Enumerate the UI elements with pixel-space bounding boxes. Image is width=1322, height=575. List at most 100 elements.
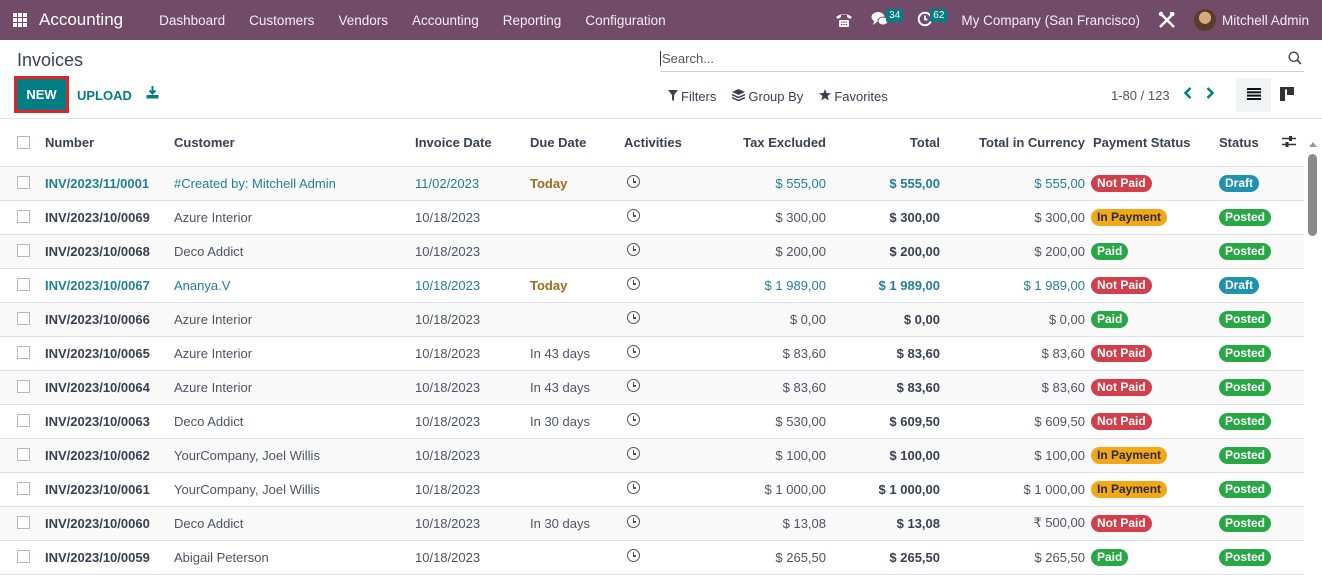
table-row[interactable]: INV/2023/10/0062 YourCompany, Joel Willis… bbox=[0, 438, 1304, 473]
invoice-number[interactable]: INV/2023/10/0061 bbox=[45, 472, 174, 507]
col-total[interactable]: Total bbox=[826, 120, 940, 167]
invoice-number[interactable]: INV/2023/10/0060 bbox=[45, 506, 174, 541]
apps-grid-icon[interactable] bbox=[13, 13, 27, 27]
activity-clock-icon[interactable] bbox=[627, 481, 640, 494]
invoice-number[interactable]: INV/2023/10/0063 bbox=[45, 404, 174, 439]
invoice-number[interactable]: INV/2023/10/0066 bbox=[45, 302, 174, 337]
download-icon[interactable] bbox=[146, 86, 159, 102]
phone-icon[interactable] bbox=[835, 12, 853, 28]
filters-button[interactable]: Filters bbox=[668, 89, 716, 104]
pager-value[interactable]: 1-80 / 123 bbox=[1111, 88, 1170, 103]
row-checkbox[interactable] bbox=[17, 312, 30, 325]
row-checkbox[interactable] bbox=[17, 176, 30, 189]
list-view-button[interactable] bbox=[1236, 78, 1271, 112]
table-row[interactable]: INV/2023/10/0065 Azure Interior 10/18/2023… bbox=[0, 336, 1304, 371]
activity-clock-icon[interactable] bbox=[627, 209, 640, 222]
col-payment-status[interactable]: Payment Status bbox=[1085, 120, 1219, 167]
col-due-date[interactable]: Due Date bbox=[530, 120, 624, 167]
activity-clock-icon[interactable] bbox=[627, 515, 640, 528]
invoice-date: 10/18/2023 bbox=[415, 302, 530, 337]
table-row[interactable]: INV/2023/10/0069 Azure Interior 10/18/2023… bbox=[0, 200, 1304, 235]
row-checkbox[interactable] bbox=[17, 414, 30, 427]
payment-status-badge: Not Paid bbox=[1091, 174, 1152, 192]
invoice-number[interactable]: INV/2023/10/0065 bbox=[45, 336, 174, 371]
select-all-checkbox[interactable] bbox=[17, 135, 30, 149]
col-status[interactable]: Status bbox=[1219, 120, 1282, 167]
col-customer[interactable]: Customer bbox=[174, 120, 415, 167]
activity-clock-icon[interactable] bbox=[627, 549, 640, 562]
tax-excluded: $ 13,08 bbox=[692, 506, 826, 541]
col-total-in-currency[interactable]: Total in Currency bbox=[940, 120, 1085, 167]
pager-previous-icon[interactable] bbox=[1183, 86, 1193, 104]
col-activities[interactable]: Activities bbox=[624, 120, 692, 167]
menu-configuration[interactable]: Configuration bbox=[573, 13, 677, 28]
app-name[interactable]: Accounting bbox=[39, 10, 123, 30]
menu-vendors[interactable]: Vendors bbox=[326, 13, 400, 28]
status-badge: Posted bbox=[1219, 412, 1272, 430]
messages-button[interactable]: 34 bbox=[871, 8, 904, 30]
activity-clock-icon[interactable] bbox=[627, 243, 640, 256]
invoice-number[interactable]: INV/2023/10/0069 bbox=[45, 200, 174, 235]
activity-clock-icon[interactable] bbox=[627, 345, 640, 358]
row-checkbox[interactable] bbox=[17, 448, 30, 461]
payment-status-badge: Not Paid bbox=[1091, 514, 1152, 532]
table-row[interactable]: INV/2023/10/0063 Deco Addict 10/18/2023 In … bbox=[0, 404, 1304, 439]
table-row[interactable]: INV/2023/10/0061 YourCompany, Joel Willis… bbox=[0, 472, 1304, 507]
activity-clock-icon[interactable] bbox=[627, 379, 640, 392]
filter-icon bbox=[668, 89, 678, 104]
column-settings-icon[interactable] bbox=[1282, 135, 1296, 151]
activities-button[interactable]: 62 bbox=[917, 8, 948, 30]
menu-accounting[interactable]: Accounting bbox=[400, 13, 491, 28]
user-menu[interactable]: Mitchell Admin bbox=[1222, 13, 1309, 28]
user-avatar[interactable] bbox=[1193, 9, 1216, 31]
col-invoice-date[interactable]: Invoice Date bbox=[415, 120, 530, 167]
activity-clock-icon[interactable] bbox=[627, 175, 640, 188]
menu-customers[interactable]: Customers bbox=[237, 13, 326, 28]
activity-clock-icon[interactable] bbox=[627, 277, 640, 290]
table-row[interactable]: INV/2023/10/0060 Deco Addict 10/18/2023 In … bbox=[0, 506, 1304, 541]
invoice-number[interactable]: INV/2023/10/0064 bbox=[45, 370, 174, 405]
pager-next-icon[interactable] bbox=[1205, 86, 1215, 104]
scroll-up-arrow-icon[interactable] bbox=[1309, 142, 1317, 147]
table-row[interactable]: INV/2023/11/0001 #Created by: Mitchell Ad… bbox=[0, 166, 1304, 201]
search-icon[interactable] bbox=[1288, 51, 1302, 68]
table-row[interactable]: INV/2023/10/0066 Azure Interior 10/18/2023… bbox=[0, 302, 1304, 337]
menu-reporting[interactable]: Reporting bbox=[491, 13, 574, 28]
favorites-button[interactable]: Favorites bbox=[819, 89, 888, 104]
row-checkbox[interactable] bbox=[17, 516, 30, 529]
row-checkbox[interactable] bbox=[17, 244, 30, 257]
scroll-thumb[interactable] bbox=[1308, 154, 1317, 236]
row-checkbox[interactable] bbox=[17, 210, 30, 223]
menu-dashboard[interactable]: Dashboard bbox=[147, 13, 237, 28]
invoice-number[interactable]: INV/2023/10/0068 bbox=[45, 234, 174, 269]
activity-clock-icon[interactable] bbox=[627, 311, 640, 324]
row-checkbox[interactable] bbox=[17, 346, 30, 359]
col-tax-excluded[interactable]: Tax Excluded bbox=[692, 120, 826, 167]
invoice-number[interactable]: INV/2023/10/0059 bbox=[45, 540, 174, 575]
upload-button[interactable]: UPLOAD bbox=[77, 88, 132, 103]
activities-cell bbox=[624, 200, 692, 235]
table-row[interactable]: INV/2023/10/0064 Azure Interior 10/18/2023… bbox=[0, 370, 1304, 405]
search-input[interactable] bbox=[660, 51, 1270, 66]
activity-clock-icon[interactable] bbox=[627, 447, 640, 460]
row-checkbox[interactable] bbox=[17, 278, 30, 291]
company-switcher[interactable]: My Company (San Francisco) bbox=[961, 13, 1140, 28]
new-button[interactable]: NEW bbox=[14, 76, 69, 113]
row-checkbox[interactable] bbox=[17, 550, 30, 563]
list-scrollbar[interactable] bbox=[1304, 120, 1322, 567]
activity-clock-icon[interactable] bbox=[627, 413, 640, 426]
table-row[interactable]: INV/2023/10/0059 Abigail Peterson 10/18/20… bbox=[0, 540, 1304, 575]
invoice-number[interactable]: INV/2023/10/0067 bbox=[45, 268, 174, 303]
invoice-number[interactable]: INV/2023/10/0062 bbox=[45, 438, 174, 473]
table-row[interactable]: INV/2023/10/0067 Ananya.V 10/18/2023 Today $… bbox=[0, 268, 1304, 303]
col-number[interactable]: Number bbox=[45, 120, 174, 167]
row-checkbox[interactable] bbox=[17, 380, 30, 393]
invoice-date: 10/18/2023 bbox=[415, 472, 530, 507]
invoice-number[interactable]: INV/2023/11/0001 bbox=[45, 166, 174, 201]
invoice-date: 10/18/2023 bbox=[415, 370, 530, 405]
table-row[interactable]: INV/2023/10/0068 Deco Addict 10/18/2023 $ 2… bbox=[0, 234, 1304, 269]
group-by-button[interactable]: Group By bbox=[732, 89, 803, 104]
debug-tools-icon[interactable] bbox=[1158, 11, 1176, 29]
kanban-view-button[interactable] bbox=[1276, 78, 1298, 112]
row-checkbox[interactable] bbox=[17, 482, 30, 495]
